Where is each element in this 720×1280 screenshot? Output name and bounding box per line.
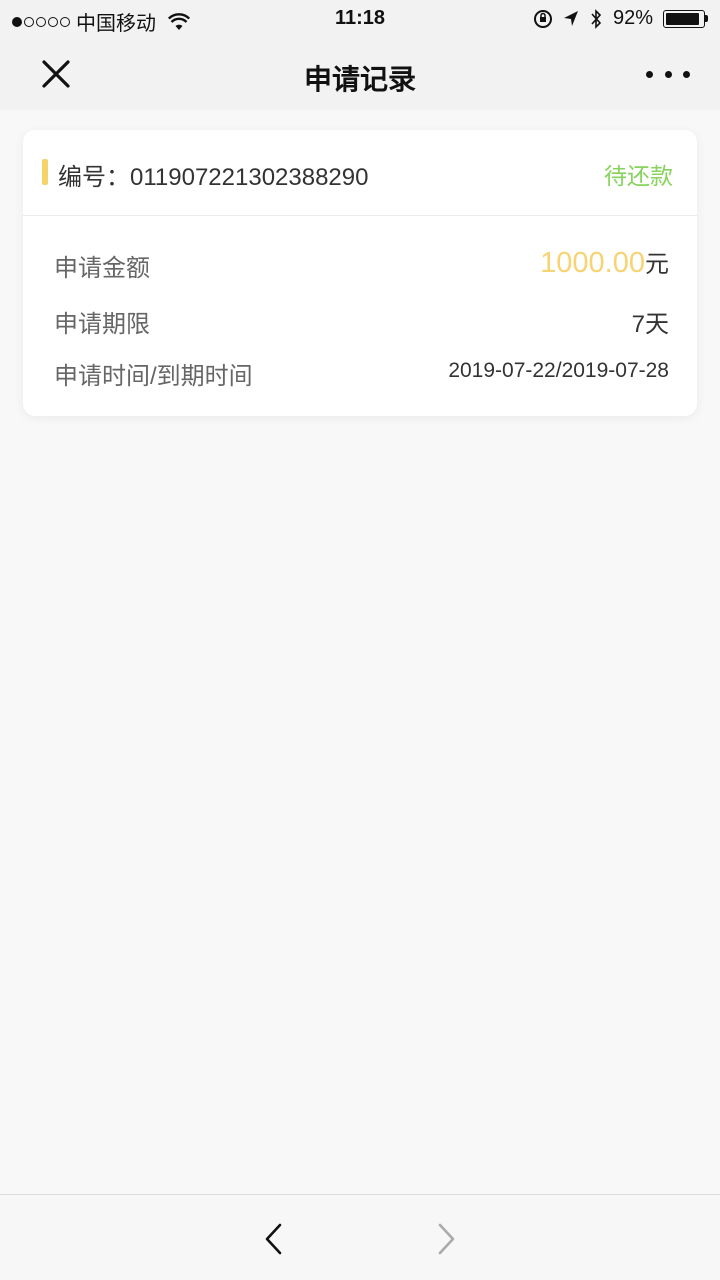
term-row: 申请期限 7天 (54, 300, 669, 340)
amount-label: 申请金额 (54, 255, 150, 282)
term-value: 7天 (631, 311, 669, 338)
amount-value: 1000.00元 (540, 244, 669, 280)
status-badge: 待还款 (604, 163, 673, 189)
status-bar: 中国移动 11:18 92% (0, 0, 720, 38)
nav-bar: 申请记录 (0, 38, 720, 110)
rotation-lock-icon (533, 9, 552, 28)
bottom-toolbar (0, 1194, 720, 1280)
date-value: 2019-07-22/2019-07-28 (448, 359, 669, 382)
location-arrow-icon (563, 10, 578, 26)
battery-percent: 92% (612, 7, 653, 29)
battery-fill (666, 12, 700, 25)
record-card[interactable]: 编号：011907221302388290 待还款 申请金额 1000.00元 … (23, 130, 697, 416)
chevron-left-icon (265, 1223, 282, 1255)
date-row: 申请时间/到期时间 2019-07-22/2019-07-28 (54, 352, 669, 392)
back-button[interactable] (256, 1221, 292, 1257)
battery-icon (663, 9, 708, 28)
record-number-label: 编号： (58, 164, 130, 191)
content-area: 编号：011907221302388290 待还款 申请金额 1000.00元 … (0, 110, 720, 1194)
screen: 中国移动 11:18 92% 申请记录 编号：01190722130238829… (0, 0, 720, 1280)
amount-unit: 元 (645, 251, 669, 278)
term-label: 申请期限 (54, 311, 150, 338)
amount-row: 申请金额 1000.00元 (54, 244, 669, 284)
more-button[interactable] (646, 60, 690, 88)
more-dots-icon (646, 70, 653, 78)
date-label: 申请时间/到期时间 (54, 363, 253, 390)
accent-bar (42, 159, 48, 185)
bluetooth-icon (591, 8, 602, 29)
forward-button[interactable] (428, 1221, 464, 1257)
page-title: 申请记录 (303, 64, 416, 95)
status-right: 92% (533, 7, 708, 30)
record-number-value: 011907221302388290 (130, 164, 369, 191)
record-number: 编号：011907221302388290 (58, 157, 368, 192)
amount-number: 1000.00 (540, 247, 645, 279)
record-card-header: 编号：011907221302388290 待还款 (23, 130, 697, 216)
chevron-right-icon (438, 1223, 455, 1255)
